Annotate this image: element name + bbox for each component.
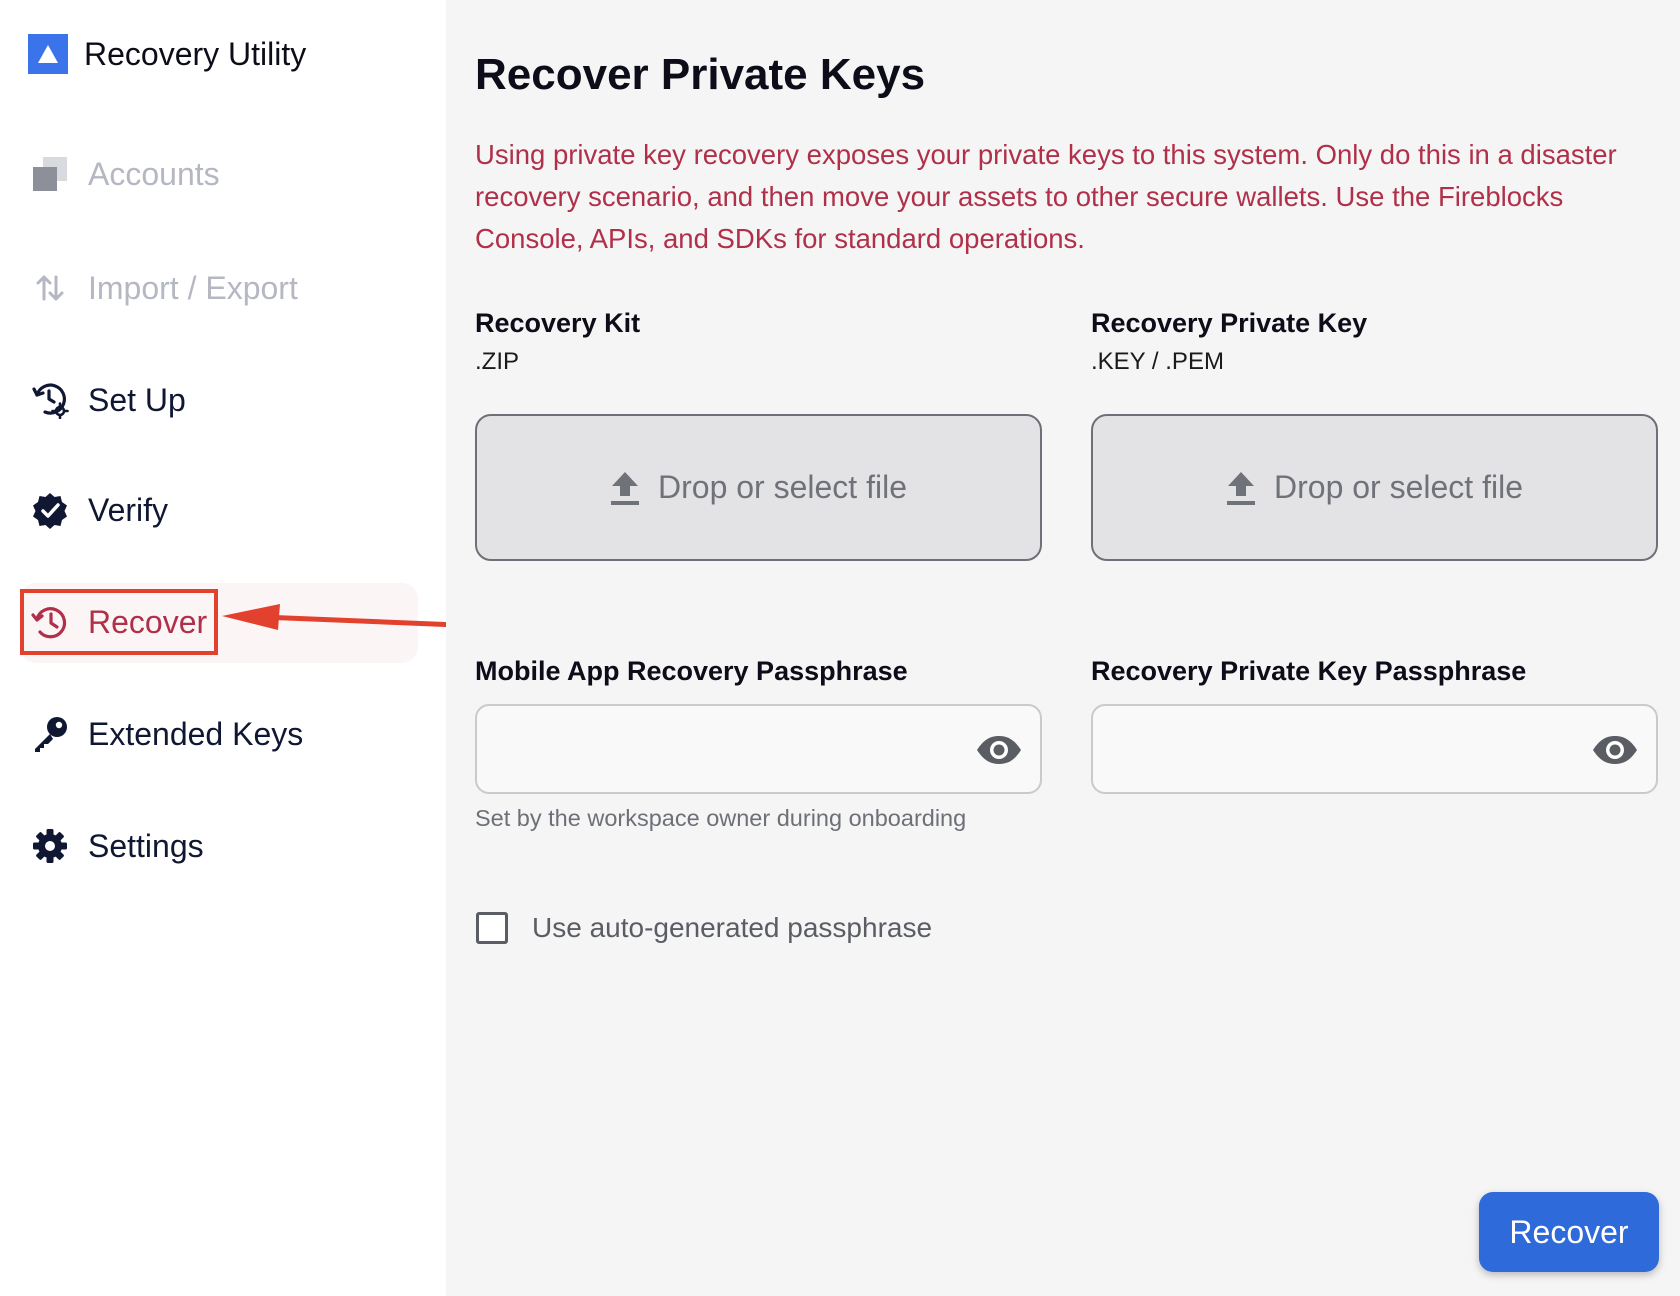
sidebar-item-accounts[interactable]: Accounts	[30, 144, 220, 204]
warning-text: Using private key recovery exposes your …	[475, 139, 1617, 254]
app-logo-icon	[28, 34, 68, 74]
auto-passphrase-label[interactable]: Use auto-generated passphrase	[532, 912, 932, 944]
sidebar-item-label: Import / Export	[88, 269, 298, 306]
sidebar-item-label: Accounts	[88, 155, 220, 192]
upload-icon	[1227, 471, 1255, 505]
sidebar: Recovery Utility Accounts Import / Expor…	[0, 0, 557, 1296]
sidebar-item-settings[interactable]: Settings	[30, 816, 204, 876]
show-password-eye-icon[interactable]	[1592, 730, 1638, 770]
key-passphrase-input[interactable]	[1093, 706, 1595, 794]
app-title: Recovery Utility	[84, 35, 307, 72]
verified-badge-icon	[30, 490, 70, 530]
key-icon	[30, 714, 70, 754]
upload-icon	[611, 471, 639, 505]
mobile-passphrase-input[interactable]	[477, 706, 979, 794]
sidebar-item-verify[interactable]: Verify	[30, 480, 168, 540]
sidebar-item-setup[interactable]: Set Up	[30, 370, 186, 430]
show-password-eye-icon[interactable]	[976, 730, 1022, 770]
sidebar-item-label: Verify	[88, 491, 169, 528]
sidebar-item-label: Set Up	[88, 381, 186, 418]
gear-icon	[30, 826, 70, 866]
key-passphrase-label: Recovery Private Key Passphrase	[1091, 656, 1527, 686]
setup-icon	[30, 380, 70, 420]
import-export-icon	[30, 268, 70, 308]
key-passphrase-field	[1091, 704, 1658, 794]
sidebar-item-extended-keys[interactable]: Extended Keys	[30, 704, 303, 764]
mobile-passphrase-helper: Set by the workspace owner during onboar…	[475, 805, 967, 831]
sidebar-item-import-export[interactable]: Import / Export	[30, 258, 298, 318]
brand: Recovery Utility	[28, 34, 306, 74]
recovery-kit-label: Recovery Kit	[475, 308, 641, 338]
recover-button[interactable]: Recover	[1479, 1192, 1659, 1272]
mobile-passphrase-field	[475, 704, 1042, 794]
accounts-icon	[30, 154, 70, 194]
dropzone-text: Drop or select file	[658, 469, 907, 505]
private-key-dropzone[interactable]: Drop or select file	[1091, 414, 1658, 561]
page-title: Recover Private Keys	[475, 50, 926, 99]
annotation-highlight-box	[20, 589, 218, 655]
sidebar-item-label: Settings	[88, 827, 204, 864]
auto-passphrase-checkbox[interactable]	[476, 912, 508, 944]
recovery-kit-formats: .ZIP	[475, 348, 520, 375]
sidebar-item-label: Extended Keys	[88, 715, 304, 752]
dropzone-text: Drop or select file	[1274, 469, 1523, 505]
private-key-formats: .KEY / .PEM	[1091, 348, 1224, 375]
private-key-label: Recovery Private Key	[1091, 308, 1368, 338]
mobile-passphrase-label: Mobile App Recovery Passphrase	[475, 656, 908, 686]
recovery-kit-dropzone[interactable]: Drop or select file	[475, 414, 1042, 561]
auto-passphrase-option: Use auto-generated passphrase	[476, 912, 932, 944]
